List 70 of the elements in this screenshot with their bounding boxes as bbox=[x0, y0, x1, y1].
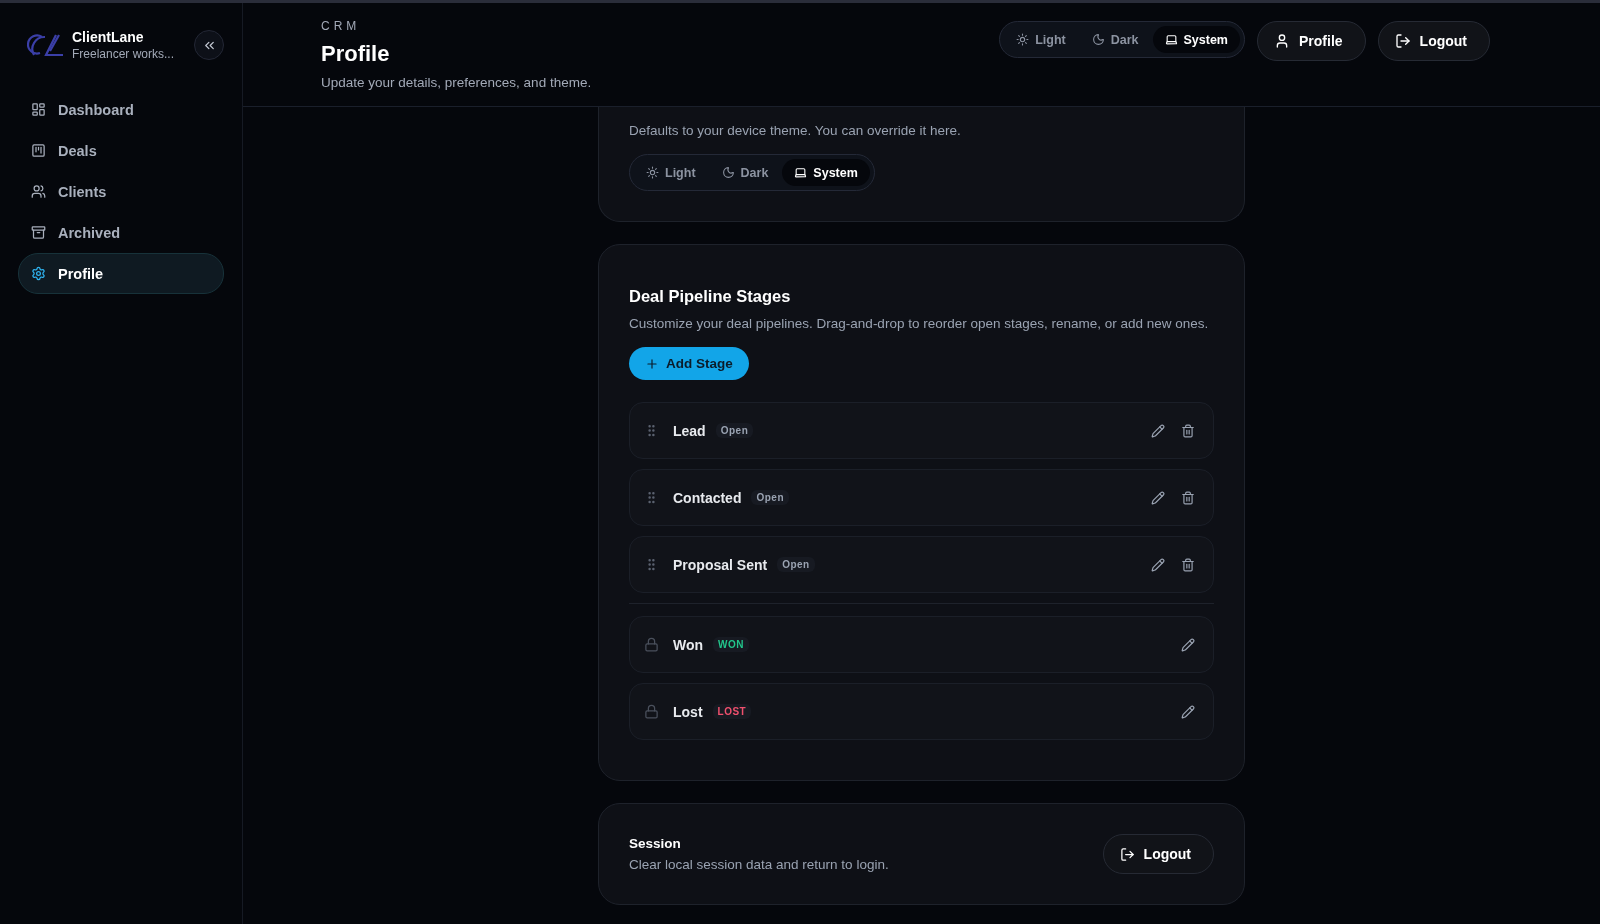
breadcrumb: CRM bbox=[321, 19, 362, 33]
page-title: Profile bbox=[321, 41, 391, 67]
theme-option[interactable]: System bbox=[782, 159, 870, 186]
theme-option[interactable]: Light bbox=[1004, 26, 1078, 53]
lock-icon bbox=[644, 637, 659, 652]
theme-option[interactable]: Dark bbox=[709, 159, 781, 186]
sidebar-item[interactable]: Clients bbox=[18, 171, 224, 212]
stage-badge: Open bbox=[751, 490, 789, 505]
delete-button[interactable] bbox=[1181, 557, 1195, 572]
card-title: Deal Pipeline Stages bbox=[629, 287, 792, 306]
theme-option[interactable]: Dark bbox=[1079, 26, 1151, 53]
pencil-icon bbox=[1151, 557, 1165, 572]
sidebar-item[interactable]: Dashboard bbox=[18, 89, 224, 130]
edit-button[interactable] bbox=[1151, 557, 1165, 572]
sun-icon bbox=[646, 166, 659, 179]
sun-icon bbox=[1016, 33, 1030, 46]
moon-icon bbox=[1091, 33, 1105, 46]
collapse-button[interactable] bbox=[194, 30, 224, 60]
edit-button[interactable] bbox=[1181, 637, 1195, 652]
profile-button[interactable]: Profile bbox=[1257, 21, 1366, 61]
edit-button[interactable] bbox=[1151, 490, 1165, 505]
stage-badge: Open bbox=[777, 557, 815, 572]
logout-button[interactable]: Logout bbox=[1102, 834, 1214, 874]
pencil-icon bbox=[1181, 704, 1195, 719]
theme-option[interactable]: Light bbox=[634, 159, 708, 186]
kanban-icon bbox=[31, 143, 46, 158]
laptop-icon bbox=[794, 166, 808, 179]
brand-subtitle: Freelancer works... bbox=[72, 47, 176, 61]
plus-icon bbox=[645, 356, 659, 371]
appearance-description: Defaults to your device theme. You can override it here. bbox=[629, 123, 962, 138]
page-subtitle: Update your details, preferences, and theme. bbox=[321, 75, 592, 90]
stage-badge: Open bbox=[715, 423, 754, 438]
moon-icon bbox=[721, 166, 735, 179]
logout-icon bbox=[1119, 846, 1135, 862]
stage-name: Proposal Sent bbox=[673, 556, 768, 573]
pencil-icon bbox=[1151, 423, 1165, 438]
edit-button[interactable] bbox=[1151, 423, 1165, 438]
delete-button[interactable] bbox=[1181, 423, 1195, 438]
pencil-icon bbox=[1151, 490, 1165, 505]
logout-icon bbox=[1394, 33, 1411, 49]
sidebar-item[interactable]: Deals bbox=[18, 130, 224, 171]
theme-option[interactable]: System bbox=[1152, 26, 1240, 53]
delete-button[interactable] bbox=[1181, 490, 1195, 505]
trash-icon bbox=[1181, 490, 1195, 505]
stage-name: Lost bbox=[673, 703, 703, 720]
stage-badge: LOST bbox=[712, 704, 752, 719]
session-description: Clear local session data and return to login. bbox=[629, 857, 889, 872]
add-stage-button[interactable]: Add Stage bbox=[629, 347, 749, 380]
users-icon bbox=[31, 184, 46, 199]
stage-name: Contacted bbox=[673, 489, 742, 506]
stage-badge: WON bbox=[713, 637, 750, 652]
card-description: Customize your deal pipelines. Drag-and-drop to reorder open stages, rename, or add new ones. bbox=[629, 316, 1210, 331]
archive-box-icon bbox=[31, 225, 46, 240]
laptop-icon bbox=[1164, 33, 1178, 46]
lock-icon bbox=[644, 704, 659, 719]
trash-icon bbox=[1181, 423, 1195, 438]
logo-icon bbox=[26, 32, 64, 58]
pencil-icon bbox=[1181, 637, 1195, 652]
logout-button[interactable]: Logout bbox=[1377, 21, 1490, 61]
user-icon bbox=[1274, 33, 1290, 49]
brand-name: ClientLane bbox=[72, 29, 145, 45]
session-title: Session bbox=[629, 836, 682, 851]
edit-button[interactable] bbox=[1181, 704, 1195, 719]
dashboard-icon bbox=[31, 102, 46, 117]
sidebar-item[interactable]: Archived bbox=[18, 212, 224, 253]
stage-name: Won bbox=[673, 636, 704, 653]
settings-icon bbox=[31, 266, 46, 281]
trash-icon bbox=[1181, 557, 1195, 572]
stage-name: Lead bbox=[673, 422, 706, 439]
sidebar-item[interactable]: Profile bbox=[18, 253, 224, 294]
